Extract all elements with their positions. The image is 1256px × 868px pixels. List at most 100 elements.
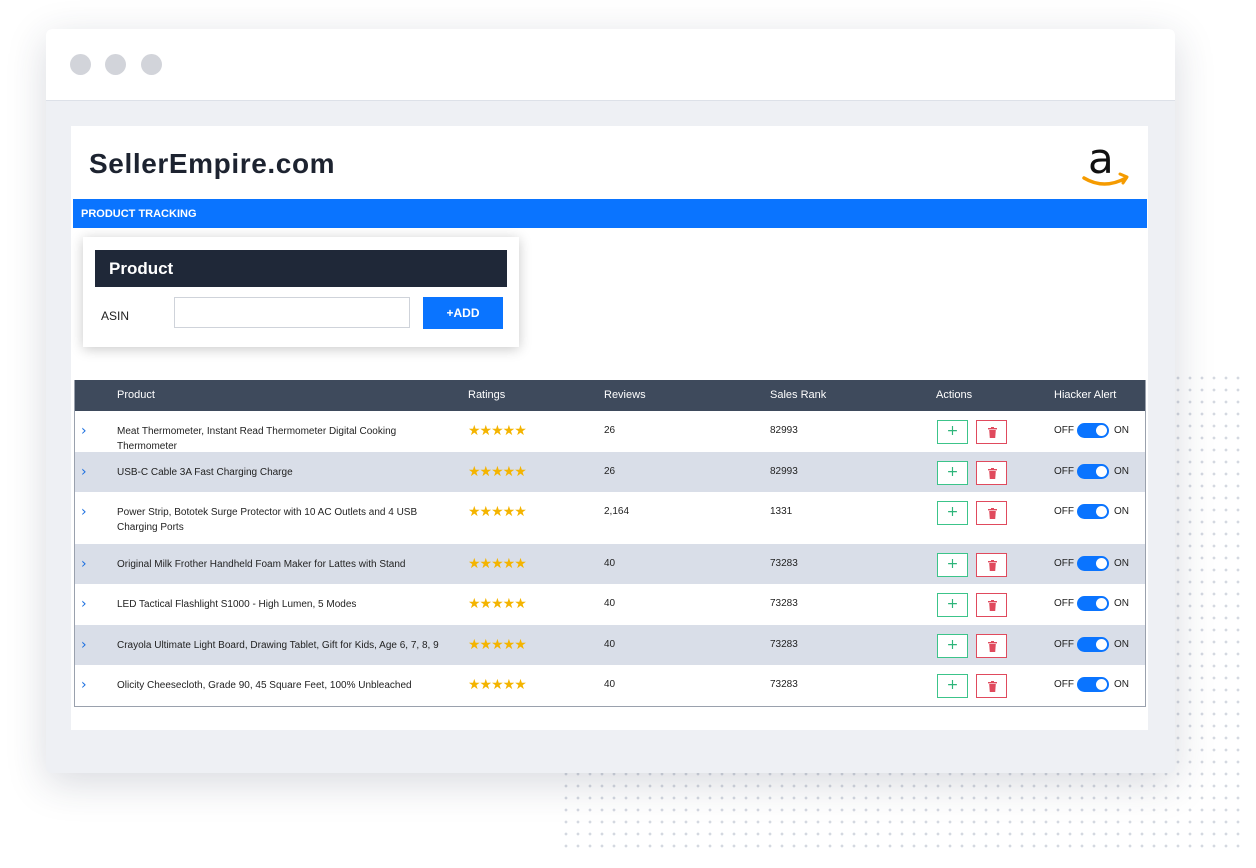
trash-icon xyxy=(988,508,997,519)
window-dot-icon xyxy=(70,54,91,75)
expand-chevron-icon[interactable]: › xyxy=(81,596,87,612)
table-row: › USB-C Cable 3A Fast Charging Charge ★★★★… xyxy=(75,452,1145,492)
table-row: › Power Strip, Bototek Surge Protector wi… xyxy=(75,492,1145,544)
hijacker-alert-toggle[interactable] xyxy=(1077,464,1109,479)
trash-icon xyxy=(988,641,997,652)
delete-button[interactable] xyxy=(976,501,1007,525)
delete-button[interactable] xyxy=(976,461,1007,485)
browser-window: SellerEmpire.com a PRODUCT TRACKING Prod… xyxy=(46,29,1175,773)
table-row: › Olicity Cheesecloth, Grade 90, 45 Squar… xyxy=(75,665,1145,706)
hijacker-alert-toggle[interactable] xyxy=(1077,677,1109,692)
add-tracking-button[interactable]: + xyxy=(937,674,968,698)
product-name: Meat Thermometer, Instant Read Thermomet… xyxy=(117,426,397,452)
delete-button[interactable] xyxy=(976,420,1007,444)
toggle-on-label: ON xyxy=(1114,558,1129,569)
reviews-count: 26 xyxy=(604,425,616,436)
rating-stars: ★★★★★ xyxy=(468,423,527,439)
col-header-reviews: Reviews xyxy=(604,389,646,401)
col-header-ratings: Ratings xyxy=(468,389,506,401)
expand-chevron-icon[interactable]: › xyxy=(81,677,87,693)
toggle-off-label: OFF xyxy=(1054,558,1074,569)
table-body: › Meat Thermometer, Instant Read Thermome… xyxy=(75,411,1145,706)
section-header-bar: PRODUCT TRACKING xyxy=(73,199,1147,228)
col-header-sales-rank: Sales Rank xyxy=(770,389,827,401)
toggle-off-label: OFF xyxy=(1054,679,1074,690)
expand-chevron-icon[interactable]: › xyxy=(81,464,87,480)
browser-titlebar xyxy=(46,29,1175,101)
toggle-off-label: OFF xyxy=(1054,598,1074,609)
sales-rank: 73283 xyxy=(770,679,798,690)
expand-chevron-icon[interactable]: › xyxy=(81,423,87,439)
page-content: SellerEmpire.com a PRODUCT TRACKING Prod… xyxy=(71,126,1148,730)
reviews-count: 40 xyxy=(604,639,616,650)
hijacker-alert-toggle[interactable] xyxy=(1077,637,1109,652)
toggle-on-label: ON xyxy=(1114,506,1129,517)
delete-button[interactable] xyxy=(976,593,1007,617)
toggle-on-label: ON xyxy=(1114,598,1129,609)
col-header-product: Product xyxy=(117,389,155,401)
add-tracking-button[interactable]: + xyxy=(937,420,968,444)
trash-icon xyxy=(988,427,997,438)
toggle-knob xyxy=(1096,466,1107,477)
add-tracking-button[interactable]: + xyxy=(937,593,968,617)
expand-chevron-icon[interactable]: › xyxy=(81,556,87,572)
sales-rank: 1331 xyxy=(770,506,793,517)
brand-title: SellerEmpire.com xyxy=(89,148,336,179)
rating-stars: ★★★★★ xyxy=(468,504,527,520)
sales-rank: 73283 xyxy=(770,598,798,609)
reviews-count: 40 xyxy=(604,679,616,690)
window-dot-icon xyxy=(141,54,162,75)
expand-chevron-icon[interactable]: › xyxy=(81,504,87,520)
col-header-actions: Actions xyxy=(936,389,973,401)
toggle-knob xyxy=(1096,506,1107,517)
product-name: Crayola Ultimate Light Board, Drawing Ta… xyxy=(117,640,439,651)
table-row: › Original Milk Frother Handheld Foam Mak… xyxy=(75,544,1145,584)
product-card: Product ASIN +ADD xyxy=(83,237,519,347)
sales-rank: 82993 xyxy=(770,425,798,436)
reviews-count: 40 xyxy=(604,598,616,609)
table-row: › LED Tactical Flashlight S1000 - High Lu… xyxy=(75,584,1145,625)
add-tracking-button[interactable]: + xyxy=(937,461,968,485)
add-tracking-button[interactable]: + xyxy=(937,634,968,658)
toggle-on-label: ON xyxy=(1114,639,1129,650)
product-name: Original Milk Frother Handheld Foam Make… xyxy=(117,559,406,570)
asin-label: ASIN xyxy=(101,309,130,323)
amazon-logo-icon: a xyxy=(1076,134,1132,192)
asin-input[interactable] xyxy=(174,297,410,328)
rating-stars: ★★★★★ xyxy=(468,677,527,693)
delete-button[interactable] xyxy=(976,674,1007,698)
rating-stars: ★★★★★ xyxy=(468,464,527,480)
hijacker-alert-toggle[interactable] xyxy=(1077,556,1109,571)
reviews-count: 26 xyxy=(604,466,616,477)
table-row: › Meat Thermometer, Instant Read Thermome… xyxy=(75,411,1145,452)
delete-button[interactable] xyxy=(976,553,1007,577)
toggle-off-label: OFF xyxy=(1054,425,1074,436)
add-tracking-button[interactable]: + xyxy=(937,553,968,577)
add-button[interactable]: +ADD xyxy=(423,297,503,329)
trash-icon xyxy=(988,468,997,479)
expand-chevron-icon[interactable]: › xyxy=(81,637,87,653)
toggle-off-label: OFF xyxy=(1054,506,1074,517)
toggle-knob xyxy=(1096,558,1107,569)
sales-rank: 82993 xyxy=(770,466,798,477)
toggle-off-label: OFF xyxy=(1054,639,1074,650)
section-title: PRODUCT TRACKING xyxy=(81,208,197,220)
toggle-off-label: OFF xyxy=(1054,466,1074,477)
hijacker-alert-toggle[interactable] xyxy=(1077,423,1109,438)
table-row: › Crayola Ultimate Light Board, Drawing T… xyxy=(75,625,1145,665)
hijacker-alert-toggle[interactable] xyxy=(1077,596,1109,611)
product-name: LED Tactical Flashlight S1000 - High Lum… xyxy=(117,599,357,610)
toggle-on-label: ON xyxy=(1114,425,1129,436)
toggle-on-label: ON xyxy=(1114,466,1129,477)
toggle-knob xyxy=(1096,598,1107,609)
delete-button[interactable] xyxy=(976,634,1007,658)
hijacker-alert-toggle[interactable] xyxy=(1077,504,1109,519)
reviews-count: 2,164 xyxy=(604,506,630,517)
product-table: Product Ratings Reviews Sales Rank Actio… xyxy=(74,380,1146,707)
toggle-knob xyxy=(1096,425,1107,436)
rating-stars: ★★★★★ xyxy=(468,556,527,572)
add-tracking-button[interactable]: + xyxy=(937,501,968,525)
sales-rank: 73283 xyxy=(770,558,798,569)
rating-stars: ★★★★★ xyxy=(468,637,527,653)
trash-icon xyxy=(988,560,997,571)
